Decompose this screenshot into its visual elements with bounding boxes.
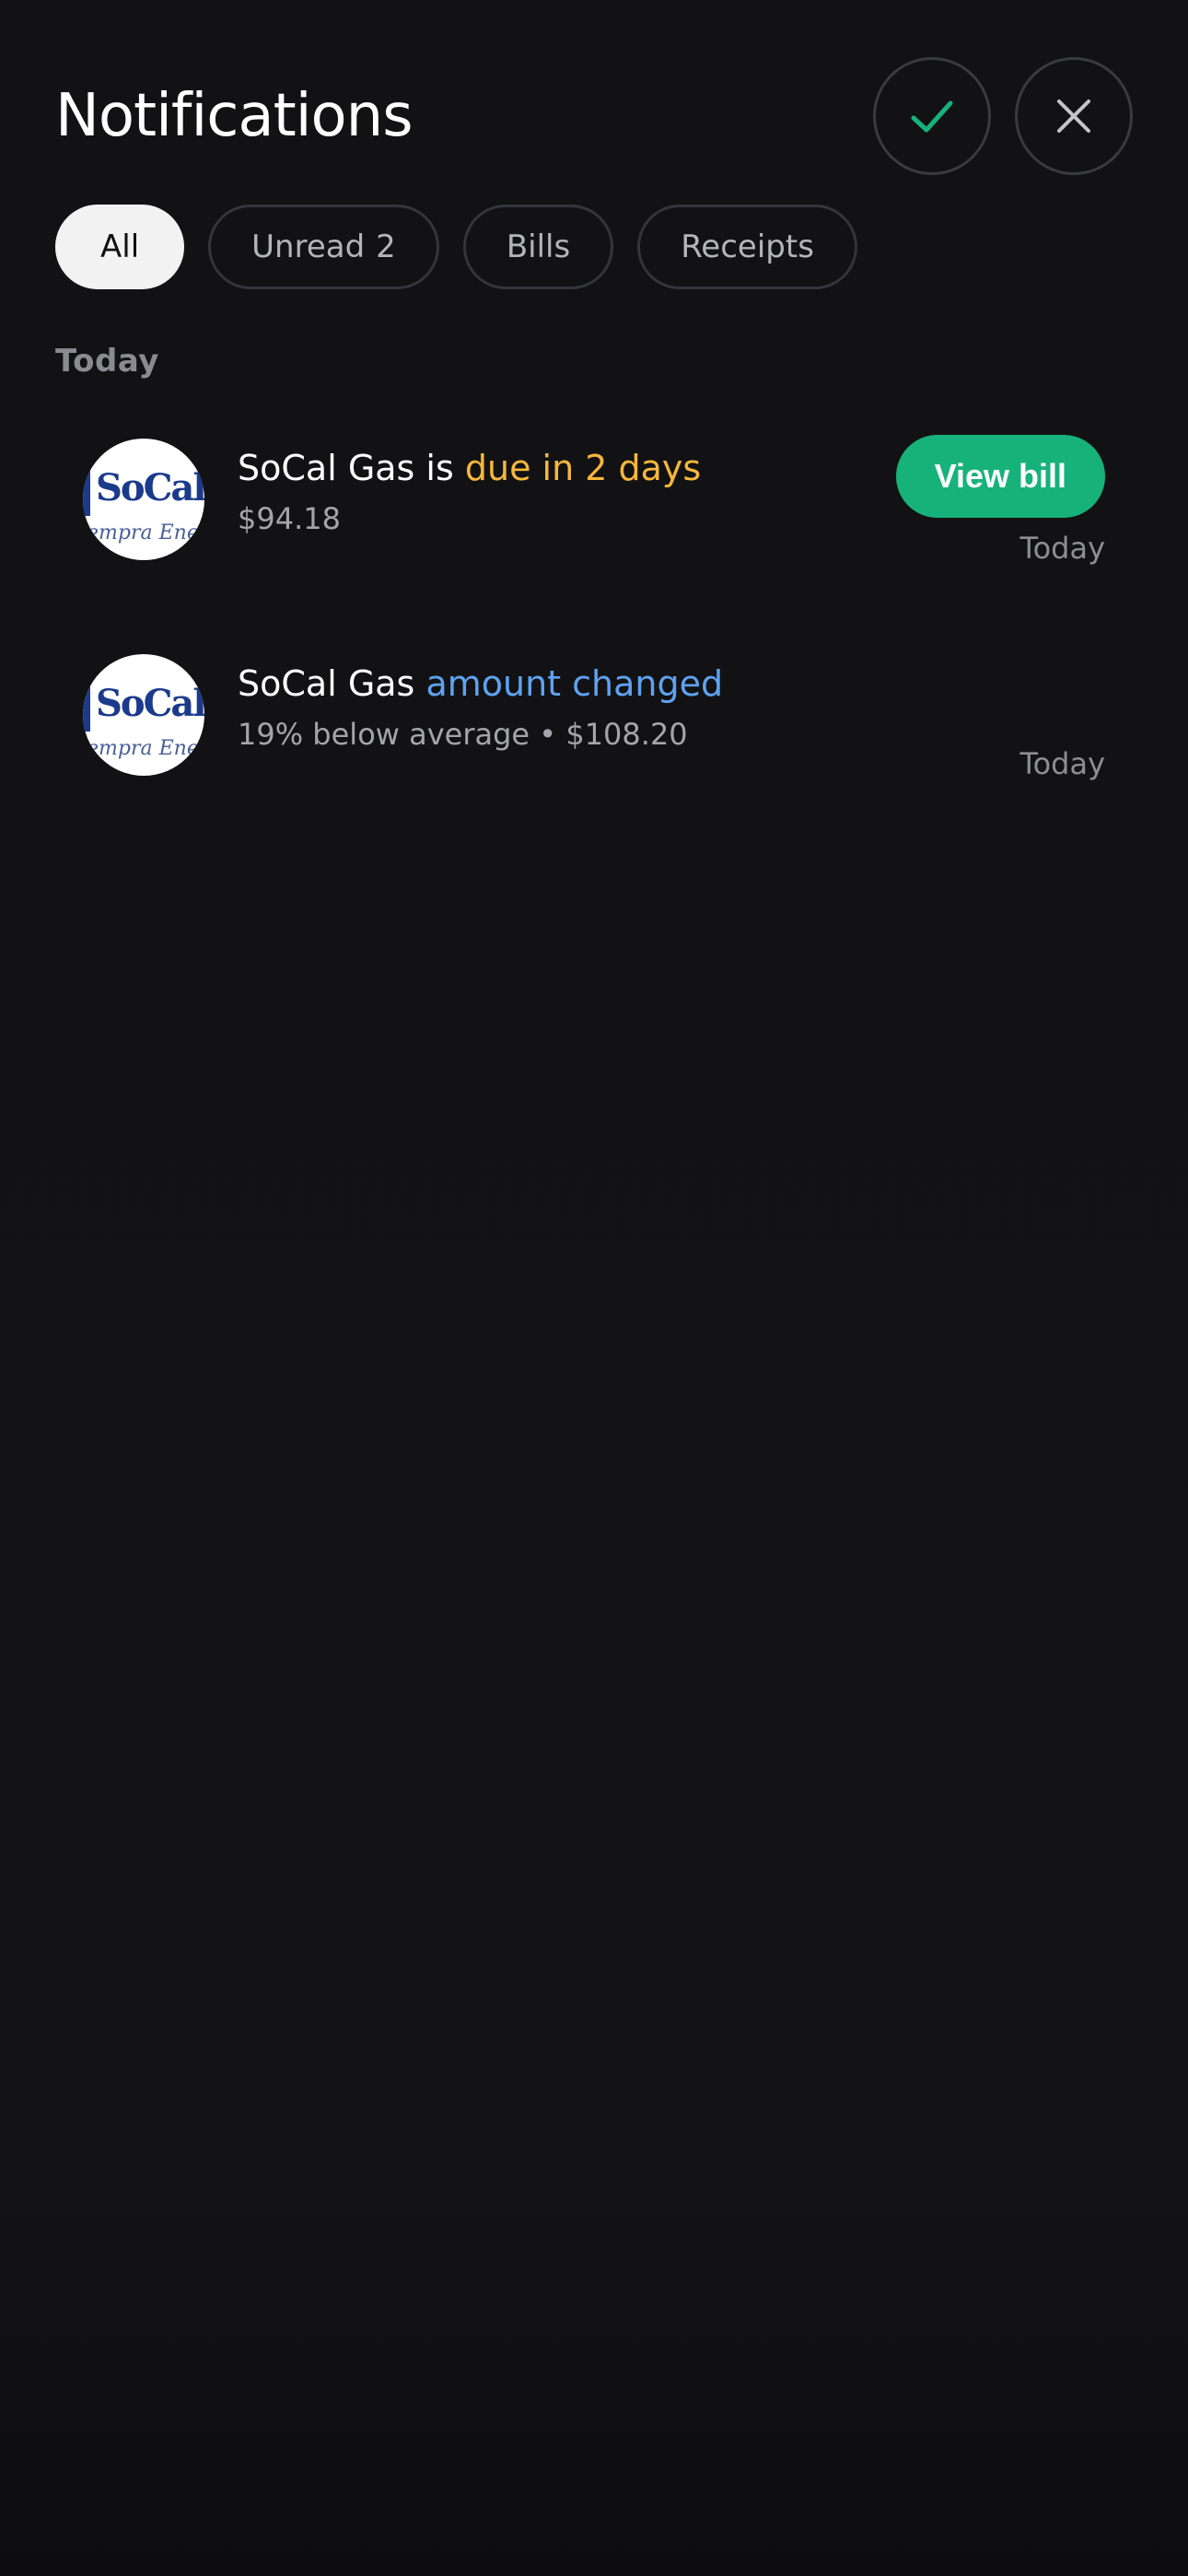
notification-time: Today xyxy=(1019,746,1105,781)
notification-title-text: SoCal Gas is xyxy=(238,448,465,488)
notification-amount: $94.18 xyxy=(238,501,341,536)
logo-subtext: empra Ener xyxy=(87,737,204,760)
logo-bar xyxy=(83,685,90,732)
close-button[interactable] xyxy=(1015,57,1133,175)
view-bill-button[interactable]: View bill xyxy=(895,435,1105,518)
notification-time: Today xyxy=(1019,531,1105,566)
header: Notifications xyxy=(55,55,1133,177)
section-header-today: Today xyxy=(55,343,159,380)
page-title: Notifications xyxy=(55,82,413,150)
filter-chip-label: Receipts xyxy=(681,228,814,265)
filter-chip-unread[interactable]: Unread 2 xyxy=(208,205,439,289)
notification-amount: 19% below average • $108.20 xyxy=(238,717,688,752)
mark-all-read-button[interactable] xyxy=(873,57,991,175)
notification-title: SoCal Gas is due in 2 days xyxy=(238,448,701,488)
filter-chip-all[interactable]: All xyxy=(55,205,185,289)
notification-title-highlight: due in 2 days xyxy=(464,448,702,488)
filter-chip-receipts[interactable]: Receipts xyxy=(637,205,857,289)
notification-title-highlight: amount changed xyxy=(425,663,724,704)
header-actions xyxy=(873,57,1133,175)
logo-bar xyxy=(83,470,90,516)
logo-text: SoCalG xyxy=(96,682,204,725)
notification-item[interactable]: SoCalG empra Ener SoCal Gas is due in 2 … xyxy=(83,435,1105,566)
filter-chip-label: All xyxy=(100,228,140,265)
filter-chip-bills[interactable]: Bills xyxy=(462,205,614,289)
biller-logo: SoCalG empra Ener xyxy=(83,439,204,560)
close-icon xyxy=(1057,100,1090,133)
filter-chip-label: Unread xyxy=(251,228,366,265)
logo-text: SoCalG xyxy=(96,466,204,509)
filter-chip-label: Bills xyxy=(506,228,571,265)
notification-body: SoCal Gas amount changed 19% below avera… xyxy=(238,663,723,752)
check-icon xyxy=(911,100,953,133)
unread-count-badge: 2 xyxy=(376,228,396,265)
notification-title-text: SoCal Gas xyxy=(238,663,426,704)
logo-subtext: empra Ener xyxy=(87,521,204,544)
filter-chips: All Unread 2 Bills Receipts xyxy=(55,205,857,289)
notification-body: SoCal Gas is due in 2 days $94.18 xyxy=(238,448,701,536)
notification-item[interactable]: SoCalG empra Ener SoCal Gas amount chang… xyxy=(83,650,1105,781)
biller-logo: SoCalG empra Ener xyxy=(83,654,204,776)
notification-title: SoCal Gas amount changed xyxy=(238,663,723,704)
notifications-screen: Notifications All Unread 2 Bills Receipt… xyxy=(0,0,1188,2576)
